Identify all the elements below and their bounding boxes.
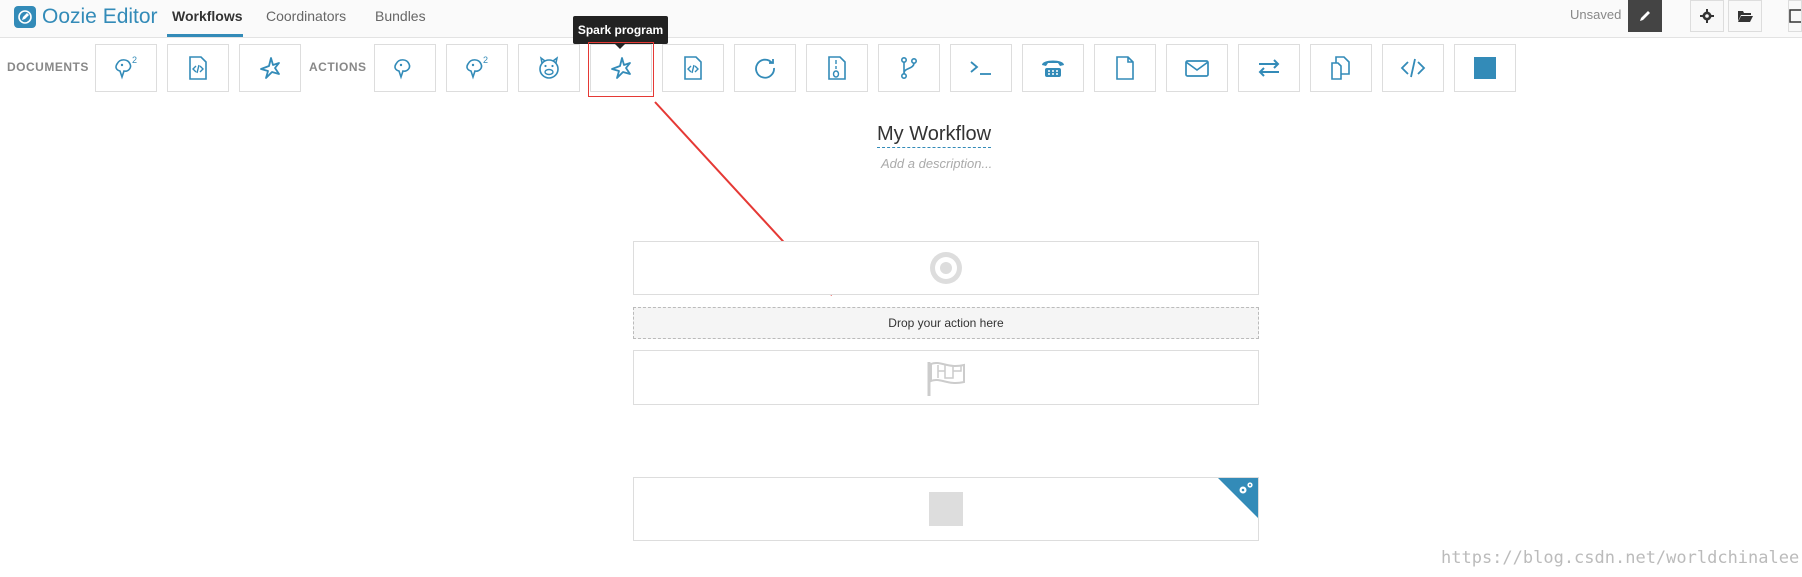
finish-flag-icon — [927, 361, 965, 396]
watermark: https://blog.csdn.net/worldchinalee — [1441, 548, 1800, 568]
drop-zone[interactable]: Drop your action here — [633, 307, 1259, 339]
start-target-icon — [930, 252, 962, 284]
cogs-icon — [1239, 482, 1253, 494]
workflow-description[interactable]: Add a description... — [881, 156, 992, 171]
kill-node[interactable] — [633, 477, 1259, 541]
end-node[interactable] — [633, 350, 1259, 405]
workflow-name[interactable]: My Workflow — [877, 123, 992, 148]
start-node[interactable] — [633, 241, 1259, 295]
kill-square-icon — [929, 492, 963, 526]
